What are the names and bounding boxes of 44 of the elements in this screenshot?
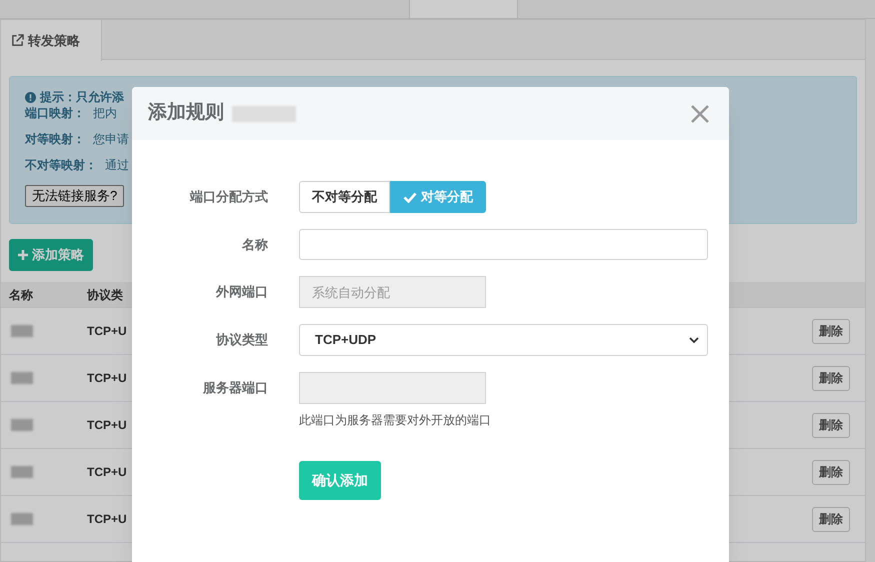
redacted-block — [11, 325, 33, 337]
column-header: 协议类 — [87, 286, 123, 304]
redacted-block — [232, 106, 296, 122]
table-cell-text: TCP+U — [87, 417, 127, 434]
exclamation-circle-icon — [25, 92, 36, 102]
notice-label: 端口映射： — [25, 105, 85, 121]
delete-button[interactable]: 删除 — [812, 412, 850, 438]
redacted-block — [11, 466, 33, 478]
name-input-field[interactable] — [299, 229, 708, 260]
help-text: 此端口为服务器需要对外开放的端口 — [299, 412, 491, 429]
column-header: 名称 — [8, 286, 34, 304]
protocol-select[interactable]: TCP+UDP — [299, 324, 708, 356]
delete-button[interactable]: 删除 — [812, 366, 850, 390]
tab[interactable]: 转发策略 — [1, 20, 102, 61]
close-icon — [691, 104, 709, 122]
delete-button[interactable]: 删除 — [812, 318, 850, 344]
notice-text: 您申请 — [93, 131, 129, 147]
help-button[interactable]: 无法链接服务? — [25, 185, 124, 207]
field-label: 协议类型 — [215, 331, 268, 349]
field-label: 外网端口 — [214, 283, 268, 301]
delete-button[interactable]: 删除 — [812, 506, 850, 532]
notice-text: 通过 — [105, 157, 129, 173]
field-label: 端口分配方式 — [188, 188, 268, 206]
notice-label: 对等映射： — [25, 131, 85, 147]
redacted-block — [11, 419, 33, 431]
notice-text: 把内 — [93, 105, 117, 121]
redacted-block — [11, 372, 33, 384]
dialog-title: 添加规则 — [148, 101, 224, 126]
close-button[interactable] — [691, 104, 709, 122]
table-cell-text: TCP+U — [87, 323, 127, 340]
plus-icon — [18, 250, 28, 260]
field-label: 服务器端口 — [202, 379, 268, 397]
chevron-down-icon — [689, 336, 699, 344]
external-link-icon — [11, 34, 24, 47]
notice-label: 不对等映射： — [25, 157, 97, 173]
redacted-block — [11, 513, 33, 525]
table-cell-text: TCP+U — [87, 464, 127, 481]
table-cell-text: TCP+U — [87, 370, 127, 387]
notice-title: 提示：只允许添 — [40, 89, 124, 105]
delete-button[interactable]: 删除 — [812, 460, 850, 484]
toggle-option[interactable]: 不对等分配 — [299, 181, 390, 213]
table-cell-text: TCP+U — [87, 511, 127, 528]
field-label: 名称 — [240, 236, 268, 254]
check-icon — [403, 192, 417, 202]
